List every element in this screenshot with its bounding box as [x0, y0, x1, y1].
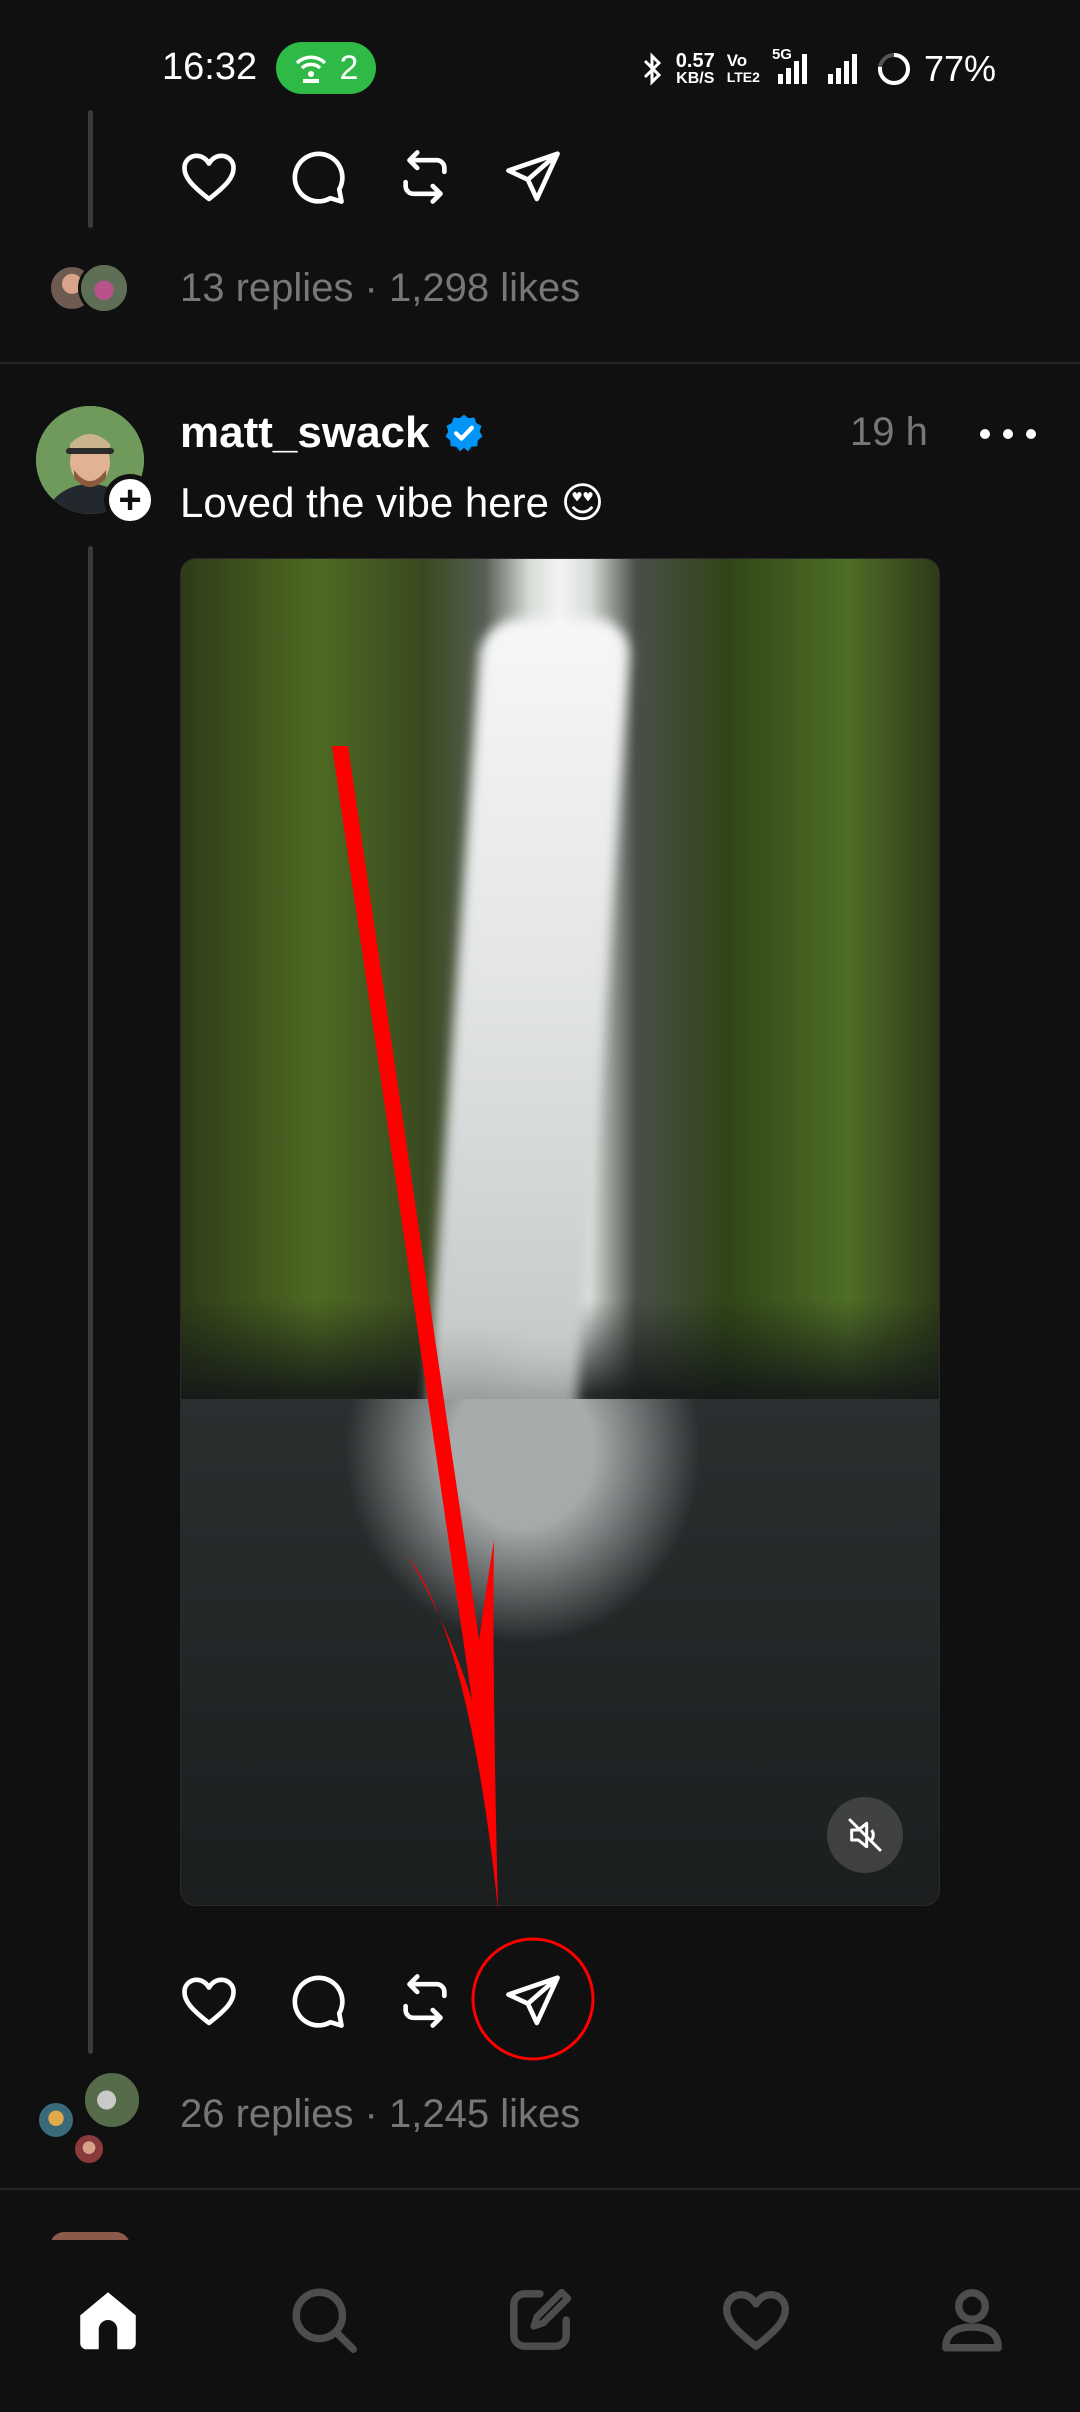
waterfall-scene	[420, 619, 632, 1499]
send-icon	[506, 151, 560, 202]
network-speed: 0.57 KB/S	[675, 50, 715, 87]
profile-icon	[942, 2289, 1002, 2352]
nav-compose[interactable]	[500, 2280, 580, 2360]
post-divider	[0, 362, 1080, 364]
post-actions	[178, 1966, 610, 2036]
volte-indicator: Vo LTE2	[726, 51, 760, 85]
more-dot-icon	[980, 429, 990, 439]
post-username[interactable]: matt_swack	[180, 408, 485, 458]
home-icon	[80, 2292, 136, 2350]
like-button[interactable]	[178, 1966, 286, 2036]
mute-button[interactable]	[827, 1797, 903, 1873]
nav-search[interactable]	[284, 2280, 364, 2360]
more-dot-icon	[1026, 429, 1036, 439]
heart-icon	[723, 2291, 789, 2350]
repost-button[interactable]	[394, 1966, 502, 2036]
signal-bars-icon	[827, 54, 857, 84]
signal-5g: 5G	[772, 46, 812, 86]
battery-ring-icon	[877, 53, 910, 85]
avatar	[78, 262, 130, 314]
search-icon	[292, 2288, 357, 2353]
bottom-nav	[0, 2240, 1080, 2412]
status-icons: 0.57 KB/S Vo LTE2 5G 77%	[642, 44, 996, 94]
reply-button[interactable]	[286, 142, 394, 212]
hotspot-count: 2	[339, 48, 359, 87]
avatar	[72, 2132, 106, 2166]
status-bar: 16:32 2 0.57 KB/S Vo LTE2 5G 77%	[0, 0, 1080, 140]
heart-icon	[182, 1977, 236, 2026]
avatar	[82, 2070, 142, 2130]
replier-avatars	[36, 2070, 146, 2170]
heart-icon	[182, 153, 236, 202]
nav-home[interactable]	[68, 2280, 148, 2360]
repost-icon	[403, 150, 447, 204]
more-dot-icon	[1003, 429, 1013, 439]
send-icon	[506, 1975, 560, 2026]
comment-icon	[292, 151, 345, 204]
nav-activity[interactable]	[716, 2280, 796, 2360]
verified-badge-icon	[446, 414, 483, 452]
previous-post-stats[interactable]: 13 replies · 1,298 likes	[180, 266, 580, 311]
hotspot-icon	[295, 55, 326, 83]
repost-button[interactable]	[394, 142, 502, 212]
post-time: 19 h	[850, 410, 928, 454]
compose-icon	[510, 2288, 572, 2350]
bluetooth-icon	[643, 52, 661, 86]
share-button[interactable]	[502, 142, 610, 212]
post-divider	[0, 2188, 1080, 2190]
nav-profile[interactable]	[932, 2280, 1012, 2360]
battery-percent: 77%	[923, 48, 996, 89]
avatar	[36, 2100, 76, 2140]
comment-icon	[292, 1975, 345, 2028]
thread-line	[88, 546, 93, 2054]
pool-scene	[181, 1399, 939, 1905]
thread-line	[88, 110, 93, 228]
post-video[interactable]	[180, 558, 940, 1906]
more-options-button[interactable]	[980, 414, 1036, 454]
share-button[interactable]	[502, 1966, 610, 2036]
reply-button[interactable]	[286, 1966, 394, 2036]
post-stats[interactable]: 26 replies · 1,245 likes	[180, 2092, 580, 2137]
like-button[interactable]	[178, 142, 286, 212]
status-time: 16:32	[162, 46, 258, 88]
repost-icon	[403, 1974, 447, 2028]
previous-post-actions	[178, 142, 610, 212]
post-caption: Loved the vibe here 😍	[180, 479, 605, 526]
hotspot-indicator: 2	[276, 42, 376, 94]
replier-avatars	[48, 262, 138, 318]
speaker-muted-icon	[848, 1818, 882, 1852]
follow-plus-button[interactable]: +	[104, 474, 156, 526]
username-text: matt_swack	[180, 408, 430, 457]
